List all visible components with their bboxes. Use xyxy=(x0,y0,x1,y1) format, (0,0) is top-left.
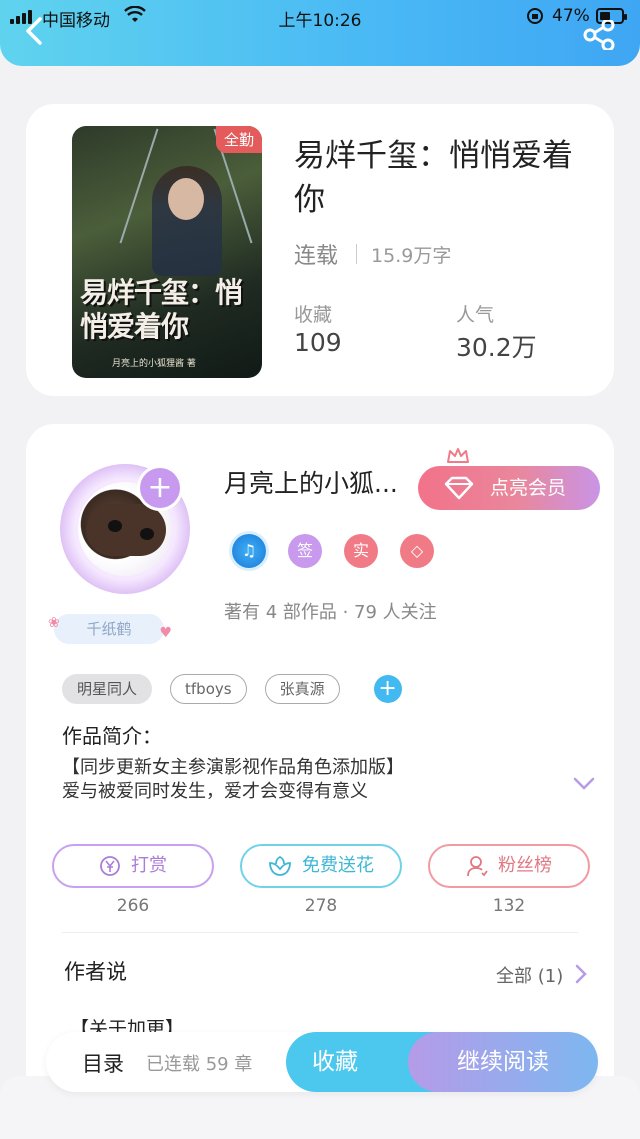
divider xyxy=(62,932,578,933)
book-cover[interactable]: 易烊千玺：悄悄爱着你 月亮上的小狐狸酱 著 全勤 xyxy=(72,126,262,378)
author-say-all-link[interactable]: 全部 (1) xyxy=(496,962,563,988)
tag-item[interactable]: 张真源 xyxy=(264,674,340,704)
favorites-label: 收藏 xyxy=(294,304,333,326)
back-button[interactable] xyxy=(20,16,50,46)
vip-button-label: 点亮会员 xyxy=(490,477,567,499)
status-bar: 中国移动 上午10:26 47% xyxy=(0,0,640,34)
cover-author: 月亮上的小狐狸酱 著 xyxy=(112,359,196,369)
author-badges: ♫ 签 实 ◇ xyxy=(232,534,434,568)
table-of-contents-button[interactable]: 目录 xyxy=(82,1048,124,1078)
crown-icon xyxy=(447,448,469,463)
book-info-card: 易烊千玺：悄悄爱着你 月亮上的小狐狸酱 著 全勤 易烊千玺：悄悄爱着你 连载 1… xyxy=(26,104,614,396)
favorites-value: 109 xyxy=(294,328,342,357)
flower-icon xyxy=(269,855,291,876)
diamond-icon xyxy=(444,476,474,500)
intro-text: 【同步更新女主参演影视作品角色添加版】 爱与被爱同时发生，爱才会变得有意义 xyxy=(62,756,542,804)
bottom-action-bar: 目录 已连载 59 章 收藏 继续阅读 xyxy=(46,1032,598,1092)
popularity-label: 人气 xyxy=(456,304,495,326)
chevron-right-icon[interactable] xyxy=(574,964,588,984)
rotation-lock-icon xyxy=(527,8,543,24)
full-attendance-badge: 全勤 xyxy=(215,126,262,153)
continue-reading-button[interactable]: 继续阅读 xyxy=(408,1032,598,1092)
send-flower-button[interactable]: 免费送花 xyxy=(240,844,402,888)
reward-label: 打赏 xyxy=(131,855,167,876)
intro-line-2: 爱与被爱同时发生，爱才会变得有意义 xyxy=(62,781,368,802)
word-count: 15.9万字 xyxy=(371,244,452,267)
user-icon xyxy=(467,856,488,877)
book-title: 易烊千玺：悄悄爱着你 xyxy=(294,138,573,218)
tag-item[interactable]: tfboys xyxy=(170,674,247,704)
diamond-badge[interactable]: ◇ xyxy=(400,534,434,568)
book-status: 连载 xyxy=(294,244,339,269)
reward-count: 266 xyxy=(116,896,150,916)
chevron-down-icon[interactable] xyxy=(572,776,596,792)
activate-vip-button[interactable]: 点亮会员 xyxy=(418,466,600,510)
intro-line-1: 【同步更新女主参演影视作品角色添加版】 xyxy=(62,757,404,778)
book-meta: 连载 15.9万字 xyxy=(294,238,451,270)
popularity-value: 30.2万 xyxy=(456,333,537,362)
cover-title: 易烊千玺：悄悄爱着你 xyxy=(80,276,243,343)
works-followers-line: 著有 4 部作品 · 79 人关注 xyxy=(224,602,437,623)
fan-ranking-button[interactable]: 粉丝榜 xyxy=(428,844,590,888)
follow-add-button[interactable]: + xyxy=(140,468,180,508)
fans-count: 132 xyxy=(492,896,526,916)
coin-icon xyxy=(100,856,120,876)
clock: 上午10:26 xyxy=(278,11,362,31)
fan-ranking-label: 粉丝榜 xyxy=(498,855,552,876)
reward-button[interactable]: 打赏 xyxy=(52,844,214,888)
real-name-badge[interactable]: 实 xyxy=(344,534,378,568)
add-tag-button[interactable]: + xyxy=(373,675,402,703)
send-flower-label: 免费送花 xyxy=(302,855,374,876)
share-button[interactable] xyxy=(582,20,616,50)
intro-label: 作品简介： xyxy=(62,724,162,748)
action-row: 打赏 266 免费送花 278 粉丝榜 132 xyxy=(52,844,592,924)
tag-list: 明星同人 tfboys 张真源 + xyxy=(62,674,402,704)
chapter-count: 已连载 59 章 xyxy=(146,1054,253,1075)
music-note-icon[interactable]: ♫ xyxy=(232,534,266,568)
title-badge: 千纸鹤 xyxy=(48,608,172,648)
author-name[interactable]: 月亮上的小狐... xyxy=(224,464,398,500)
sign-badge[interactable]: 签 xyxy=(288,534,322,568)
author-say-title: 作者说 xyxy=(64,960,127,984)
flower-count: 278 xyxy=(304,896,338,916)
tag-item[interactable]: 明星同人 xyxy=(62,674,153,704)
